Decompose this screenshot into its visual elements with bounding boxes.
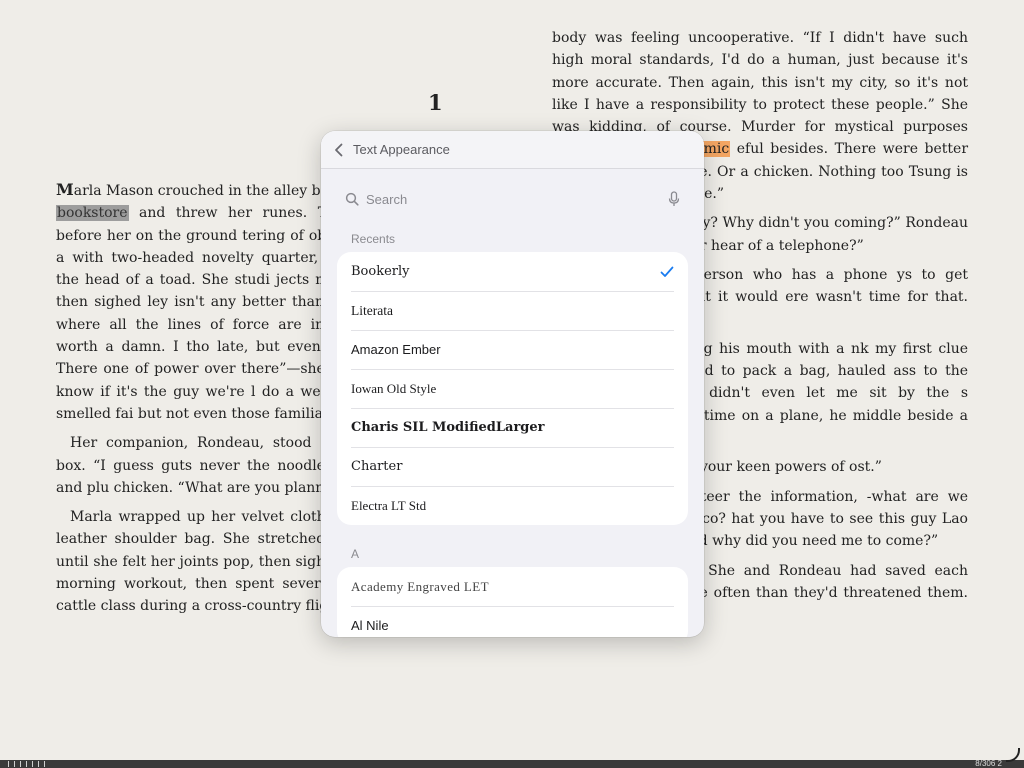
font-item-charter[interactable]: Charter (337, 447, 688, 486)
paragraph-text: arla Mason crouched in the alley be (73, 183, 329, 199)
back-button-label: Text Appearance (353, 142, 450, 157)
back-button[interactable]: Text Appearance (331, 142, 450, 158)
checkmark-icon (660, 266, 674, 277)
font-item-label: Iowan Old Style (351, 380, 437, 396)
font-item-label: Al Nile (351, 618, 389, 633)
font-item-al-nile[interactable]: Al Nile (337, 606, 688, 637)
font-item-charis-sil[interactable]: Charis SIL ModifiedLarger (337, 408, 688, 447)
section-header-recents: Recents (351, 232, 396, 246)
microphone-icon[interactable] (668, 191, 680, 207)
page-position-label: 8/306 2 (975, 759, 1002, 768)
fonts-a-list: Academy Engraved LET Al Nile (337, 567, 688, 637)
section-header-a: A (351, 547, 360, 561)
recents-list: Bookerly Literata Amazon Ember Iowan Old… (337, 252, 688, 525)
book-page: 1 Marla Mason crouched in the alley be bo… (0, 0, 1024, 768)
font-picker-popover: Text Appearance Recents Bookerly (321, 131, 704, 637)
font-item-label: Academy Engraved LET (351, 578, 489, 594)
font-item-label: Charter (351, 459, 403, 474)
font-item-label: Amazon Ember (351, 342, 441, 357)
font-item-amazon-ember[interactable]: Amazon Ember (337, 330, 688, 369)
font-item-label: Charis SIL ModifiedLarger (351, 420, 545, 435)
font-item-label: Bookerly (351, 264, 410, 279)
font-item-electra[interactable]: Electra LT Std (337, 486, 688, 525)
dropcap: M (56, 180, 74, 199)
search-input[interactable] (366, 191, 668, 207)
search-icon (345, 192, 359, 206)
font-item-iowan-old-style[interactable]: Iowan Old Style (337, 369, 688, 408)
chapter-number: 1 (428, 90, 443, 115)
font-item-bookerly[interactable]: Bookerly (337, 252, 688, 291)
font-item-academy-engraved[interactable]: Academy Engraved LET (337, 567, 688, 606)
font-item-label: Electra LT Std (351, 497, 427, 513)
font-item-label: Literata (351, 302, 393, 318)
font-item-literata[interactable]: Literata (337, 291, 688, 330)
page-scrubber[interactable]: 8/306 2 (0, 759, 1024, 768)
highlight-bookstore[interactable]: bookstore (56, 205, 129, 222)
scrubber-ticks (8, 761, 48, 767)
search-bar (335, 183, 690, 215)
chevron-left-icon (335, 143, 343, 156)
popover-header: Text Appearance (321, 131, 704, 169)
